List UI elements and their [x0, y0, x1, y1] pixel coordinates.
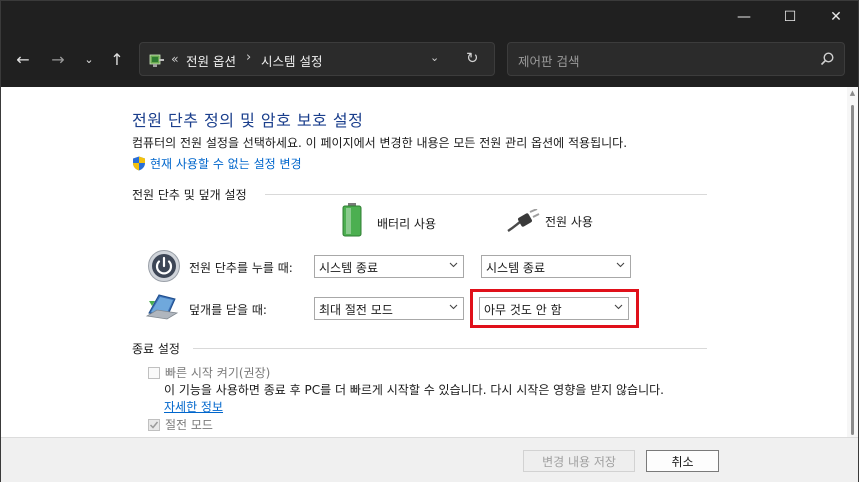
breadcrumb-separator[interactable]: › — [246, 50, 251, 65]
fast-startup-checkbox[interactable] — [148, 367, 160, 379]
sleep-label: 절전 모드 — [165, 418, 213, 432]
highlight-box — [470, 289, 639, 328]
refresh-icon[interactable]: ↻ — [466, 49, 479, 67]
plugged-column-header: 전원 사용 — [506, 209, 593, 233]
recent-locations-button[interactable]: ⌄ — [77, 47, 101, 71]
control-panel-window: — ☐ ✕ ← → ⌄ ↑ « 전원 옵션 › 시스템 설정 ⌄ ↻ 제어판 검… — [0, 0, 859, 482]
fast-startup-label: 빠른 시작 켜기(권장) — [165, 366, 271, 380]
footer-bar: 변경 내용 저장 취소 — [1, 437, 858, 482]
power-button-plugged-select[interactable]: 시스템 종료 — [481, 255, 631, 278]
plugged-header-label: 전원 사용 — [545, 214, 593, 229]
breadcrumb-system-settings[interactable]: 시스템 설정 — [261, 51, 322, 70]
power-button-icon — [148, 250, 180, 282]
sleep-checkbox[interactable] — [148, 419, 160, 431]
change-unavailable-settings-link[interactable]: 현재 사용할 수 없는 설정 변경 — [150, 155, 302, 172]
page-title: 전원 단추 정의 및 암호 보호 설정 — [132, 111, 364, 130]
power-plug-icon — [507, 209, 540, 232]
up-button[interactable]: ↑ — [105, 47, 129, 71]
power-button-row-label: 전원 단추를 누를 때: — [189, 261, 293, 275]
select-value: 최대 절전 모드 — [319, 303, 393, 317]
shutdown-section-title: 종료 설정 — [132, 342, 180, 356]
navigation-bar: ← → ⌄ ↑ « 전원 옵션 › 시스템 설정 ⌄ ↻ 제어판 검색 — [1, 33, 858, 87]
save-changes-button[interactable]: 변경 내용 저장 — [523, 450, 635, 472]
scrollbar-thumb[interactable] — [851, 105, 854, 435]
power-options-icon — [149, 54, 164, 67]
more-info-link[interactable]: 자세한 정보 — [164, 398, 223, 415]
scroll-up-icon[interactable]: ▲ — [848, 89, 857, 97]
section-divider — [265, 194, 707, 195]
forward-button[interactable]: → — [46, 47, 70, 71]
page-description: 컴퓨터의 전원 설정을 선택하세요. 이 페이지에서 변경한 내용은 모든 전원… — [132, 136, 628, 150]
section-divider — [193, 348, 707, 349]
change-settings-link-row[interactable]: 현재 사용할 수 없는 설정 변경 — [132, 155, 302, 171]
address-dropdown-icon[interactable]: ⌄ — [430, 51, 439, 64]
title-bar: — ☐ ✕ — [1, 1, 858, 33]
select-value: 시스템 종료 — [319, 261, 379, 275]
chevron-down-icon — [449, 262, 458, 268]
power-lid-section-title: 전원 단추 및 덮개 설정 — [132, 188, 247, 202]
main-content: 전원 단추 정의 및 암호 보호 설정 컴퓨터의 전원 설정을 선택하세요. 이… — [1, 87, 858, 437]
lid-close-row-label: 덮개를 닫을 때: — [189, 303, 267, 317]
search-icon[interactable] — [819, 51, 835, 67]
chevron-down-icon — [616, 262, 625, 268]
lid-close-battery-select[interactable]: 최대 절전 모드 — [314, 297, 464, 320]
chevron-down-icon — [449, 304, 458, 310]
search-input[interactable]: 제어판 검색 — [518, 51, 579, 70]
select-value: 시스템 종료 — [486, 261, 546, 275]
cancel-button[interactable]: 취소 — [646, 450, 719, 472]
breadcrumb-overflow[interactable]: « — [171, 51, 179, 66]
fast-startup-description: 이 기능을 사용하면 종료 후 PC를 더 빠르게 시작할 수 있습니다. 다시… — [164, 383, 664, 397]
battery-icon — [342, 203, 362, 237]
power-button-battery-select[interactable]: 시스템 종료 — [314, 255, 464, 278]
maximize-button[interactable]: ☐ — [767, 1, 813, 33]
minimize-button[interactable]: — — [721, 1, 767, 33]
laptop-lid-icon — [145, 294, 179, 320]
uac-shield-icon — [133, 156, 145, 170]
address-bar[interactable]: « 전원 옵션 › 시스템 설정 ⌄ ↻ — [139, 42, 495, 76]
battery-column-header: 배터리 사용 — [341, 203, 437, 237]
battery-header-label: 배터리 사용 — [377, 216, 437, 231]
breadcrumb-power-options[interactable]: 전원 옵션 — [186, 51, 236, 70]
checkmark-icon — [149, 421, 159, 429]
close-button[interactable]: ✕ — [813, 1, 859, 33]
search-box[interactable]: 제어판 검색 — [507, 42, 845, 76]
back-button[interactable]: ← — [11, 47, 35, 71]
